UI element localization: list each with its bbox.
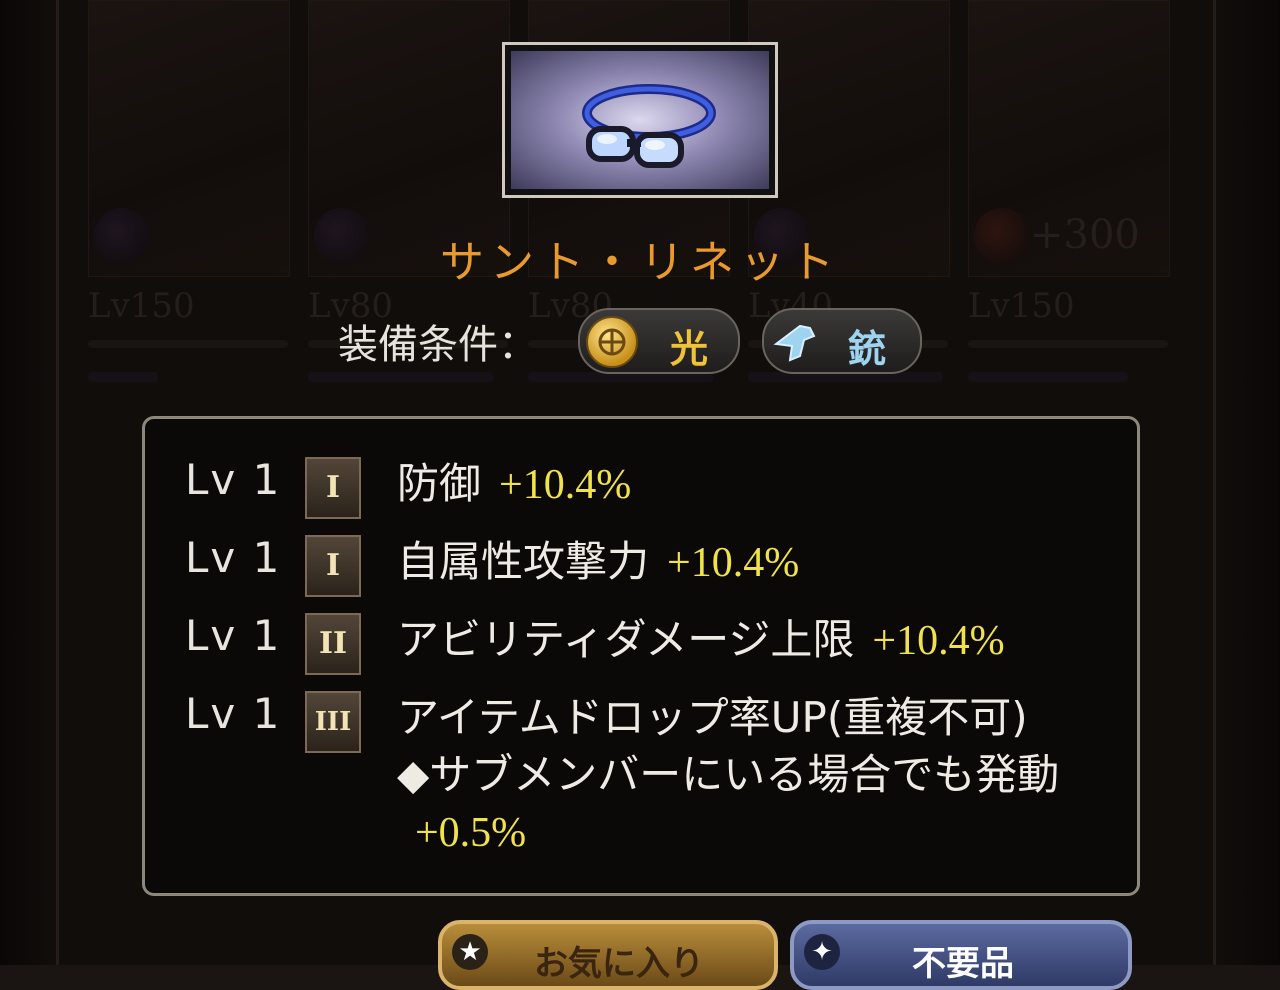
favorite-button-label: お気に入り — [534, 944, 704, 984]
item-name: サント・リネット — [440, 237, 840, 288]
element-requirement-badge: 光 — [578, 308, 740, 374]
skill-stat-name: アイテムドロップ率UP(重複不可) ◆サブメンバーにいる場合でも発動 — [397, 693, 1070, 799]
skill-stat-value: +10.4% — [499, 462, 632, 508]
skill-tier-badge: I — [305, 535, 361, 597]
junk-button-label: 不要品 — [912, 944, 1014, 984]
skill-stat-value: +10.4% — [872, 618, 1005, 664]
skill-stat-text: 自属性攻撃力 +10.4% — [397, 533, 1077, 592]
skill-stat-value: +0.5% — [415, 810, 527, 856]
equip-condition-label: 装備条件： — [338, 322, 538, 368]
skill-stat-name: 防御 — [397, 459, 482, 508]
junk-button[interactable]: ✦ 不要品 — [790, 920, 1132, 990]
element-requirement-text: 光 — [670, 327, 709, 371]
skill-level: Lv 1 — [185, 611, 282, 660]
favorite-button[interactable]: ★ お気に入り — [438, 920, 778, 990]
skill-tier-badge: I — [305, 457, 361, 519]
light-element-icon — [586, 316, 638, 368]
skill-stat-text: アイテムドロップ率UP(重複不可) ◆サブメンバーにいる場合でも発動 +0.5% — [397, 689, 1087, 862]
skill-stat-name: 自属性攻撃力 — [397, 537, 650, 586]
skill-stat-text: 防御 +10.4% — [397, 455, 1077, 514]
skill-stat-value: +10.4% — [667, 540, 800, 586]
goggles-icon — [511, 51, 769, 189]
skill-level: Lv 1 — [185, 533, 282, 582]
skill-tier-badge: III — [305, 691, 361, 753]
gun-weapon-icon — [770, 316, 818, 364]
weapon-requirement-badge: 銃 — [762, 308, 922, 374]
item-image-frame — [502, 42, 778, 198]
skill-stats-panel: Lv 1 I 防御 +10.4% Lv 1 I 自属性攻撃力 +10.4% Lv 1… — [142, 416, 1140, 896]
skill-stat-name: アビリティダメージ上限 — [397, 615, 855, 664]
skill-level: Lv 1 — [185, 689, 282, 738]
skill-tier-badge: II — [305, 613, 361, 675]
weapon-requirement-text: 銃 — [848, 327, 887, 371]
skill-level: Lv 1 — [185, 455, 282, 504]
skill-stat-text: アビリティダメージ上限 +10.4% — [397, 611, 1077, 670]
